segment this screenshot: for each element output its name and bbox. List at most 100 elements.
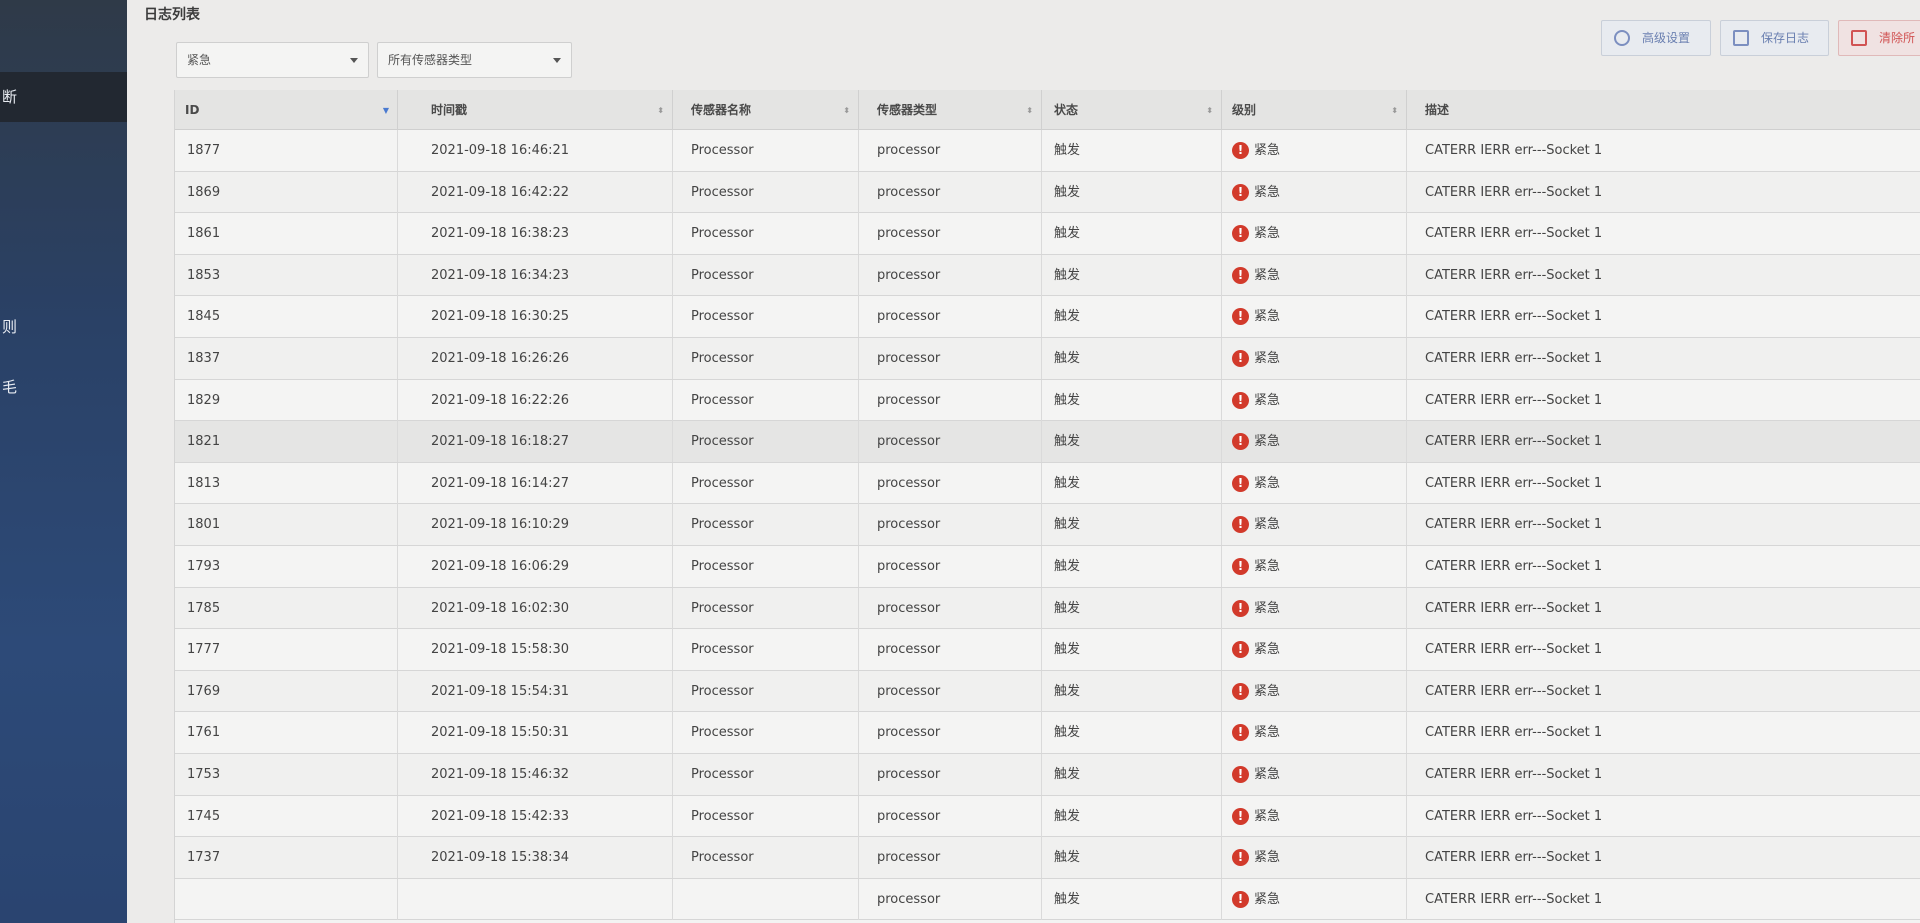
cell-id: 1793 — [175, 545, 398, 587]
table-row[interactable]: 1761 2021-09-18 15:50:31 Processor processo… — [175, 712, 1920, 754]
cell-description: CATERR IERR err---Socket 1 — [1425, 558, 1603, 574]
table-row[interactable]: 1869 2021-09-18 16:42:22 Processor processo… — [175, 171, 1920, 214]
cell-level: ! 紧急 — [1222, 337, 1407, 379]
cell-level: ! 紧急 — [1222, 837, 1407, 879]
save-log-label: 保存日志 — [1761, 31, 1810, 45]
alert-icon: ! — [1232, 890, 1249, 908]
sort-desc-icon[interactable]: ▼ — [383, 107, 389, 115]
level-badge: ! 紧急 — [1232, 130, 1280, 171]
cell-id: 1761 — [175, 712, 398, 754]
column-header-status[interactable]: 状态 ⬍ — [1042, 90, 1222, 130]
cell-description: CATERR IERR err---Socket 1 — [1425, 766, 1603, 782]
sort-icon[interactable]: ⬍ — [1026, 107, 1033, 115]
sidebar-item-rules[interactable]: 则 — [0, 316, 127, 337]
cell-timestamp: 2021-09-18 15:38:34 — [398, 837, 673, 879]
cell-id: 1845 — [175, 296, 398, 338]
level-badge: ! 紧急 — [1232, 546, 1280, 587]
table-row[interactable]: 1829 2021-09-18 16:22:26 Processor processo… — [175, 379, 1920, 422]
table-row[interactable]: 1877 2021-09-18 16:46:21 Processor processo… — [175, 130, 1920, 172]
cell-level: ! 紧急 — [1222, 878, 1407, 920]
sidebar-item-diagnosis[interactable]: 断 — [0, 72, 127, 122]
level-label: 紧急 — [1254, 766, 1281, 782]
cell-timestamp: 2021-09-18 15:50:31 — [398, 712, 673, 754]
cell-sensor-name: Processor — [673, 130, 859, 171]
cell-description: CATERR IERR err---Socket 1 — [1425, 226, 1603, 242]
level-badge: ! 紧急 — [1232, 172, 1280, 213]
table-row[interactable]: 1777 2021-09-18 15:58:30 Processor processo… — [175, 629, 1920, 671]
cell-id: 1801 — [175, 504, 398, 546]
cell-sensor-name — [673, 878, 859, 920]
cell-timestamp: 2021-09-18 15:46:32 — [398, 753, 673, 795]
sort-icon[interactable]: ⬍ — [657, 107, 664, 115]
save-icon — [1733, 30, 1749, 46]
cell-status: 触发 — [1042, 629, 1222, 671]
table-row[interactable]: 1745 2021-09-18 15:42:33 Processor processo… — [175, 795, 1920, 838]
column-header-level[interactable]: 级别 ⬍ — [1222, 90, 1407, 130]
cell-level: ! 紧急 — [1222, 712, 1407, 754]
log-table: ID ▼ 时间戳 ⬍ 传感器名称 ⬍ 传感器类型 ⬍ 状态 ⬍ 级别 ⬍ 描述 … — [174, 90, 1920, 923]
level-select[interactable]: 紧急 — [176, 42, 369, 78]
cell-sensor-name: Processor — [673, 712, 859, 754]
sensor-type-select[interactable]: 所有传感器类型 — [377, 42, 572, 78]
table-row[interactable]: 1861 2021-09-18 16:38:23 Processor processo… — [175, 213, 1920, 255]
cell-description: CATERR IERR err---Socket 1 — [1425, 600, 1603, 616]
table-row[interactable]: 1785 2021-09-18 16:02:30 Processor processo… — [175, 587, 1920, 630]
cell-description: CATERR IERR err---Socket 1 — [1425, 392, 1603, 408]
cell-sensor-type: processor — [859, 795, 1042, 837]
alert-icon: ! — [1232, 266, 1249, 284]
alert-icon: ! — [1232, 682, 1249, 700]
gear-icon — [1614, 30, 1630, 46]
cell-id: 1869 — [175, 171, 398, 213]
cell-timestamp: 2021-09-18 16:38:23 — [398, 213, 673, 255]
cell-level: ! 紧急 — [1222, 130, 1407, 171]
table-row[interactable]: 1813 2021-09-18 16:14:27 Processor processo… — [175, 462, 1920, 505]
cell-status: 触发 — [1042, 587, 1222, 629]
table-row[interactable]: 1853 2021-09-18 16:34:23 Processor processo… — [175, 254, 1920, 297]
table-row[interactable]: 1845 2021-09-18 16:30:25 Processor processo… — [175, 296, 1920, 338]
cell-timestamp: 2021-09-18 16:02:30 — [398, 587, 673, 629]
cell-sensor-type: processor — [859, 462, 1042, 504]
cell-description: CATERR IERR err---Socket 1 — [1425, 184, 1603, 200]
column-header-timestamp[interactable]: 时间戳 ⬍ — [398, 90, 673, 130]
table-row[interactable]: 1793 2021-09-18 16:06:29 Processor processo… — [175, 545, 1920, 588]
table-row[interactable]: 1737 2021-09-18 15:38:34 Processor processo… — [175, 837, 1920, 879]
cell-sensor-type: processor — [859, 171, 1042, 213]
advanced-settings-label: 高级设置 — [1642, 31, 1691, 45]
column-header-sensor-type[interactable]: 传感器类型 ⬍ — [859, 90, 1042, 130]
level-badge: ! 紧急 — [1232, 504, 1280, 545]
save-log-button[interactable]: 保存日志 — [1720, 20, 1829, 56]
table-row[interactable]: 1821 2021-09-18 16:18:27 Processor processo… — [175, 421, 1920, 463]
alert-icon: ! — [1232, 433, 1249, 451]
table-row[interactable]: 1753 2021-09-18 15:46:32 Processor processo… — [175, 753, 1920, 796]
table-row[interactable]: 1837 2021-09-18 16:26:26 Processor processo… — [175, 337, 1920, 380]
cell-status: 触发 — [1042, 296, 1222, 338]
level-badge: ! 紧急 — [1232, 255, 1280, 296]
sort-icon[interactable]: ⬍ — [843, 107, 850, 115]
advanced-settings-button[interactable]: 高级设置 — [1601, 20, 1711, 56]
table-row[interactable]: 1801 2021-09-18 16:10:29 Processor processo… — [175, 504, 1920, 546]
sidebar-item-label: 则 — [2, 318, 18, 336]
column-header-sensor-name[interactable]: 传感器名称 ⬍ — [673, 90, 859, 130]
level-label: 紧急 — [1254, 226, 1281, 242]
column-header-id[interactable]: ID ▼ — [175, 90, 398, 130]
alert-icon: ! — [1232, 849, 1249, 867]
table-body: 1877 2021-09-18 16:46:21 Processor processo… — [175, 130, 1920, 921]
table-row[interactable]: 1769 2021-09-18 15:54:31 Processor processo… — [175, 670, 1920, 713]
alert-icon: ! — [1232, 724, 1249, 742]
level-badge: ! 紧急 — [1232, 837, 1280, 878]
clear-log-button[interactable]: 清除所 — [1838, 20, 1920, 56]
cell-sensor-type: processor — [859, 670, 1042, 712]
sort-icon[interactable]: ⬍ — [1391, 107, 1398, 115]
sidebar-item-power[interactable]: 毛 — [0, 376, 127, 397]
cell-status: 触发 — [1042, 462, 1222, 504]
cell-id: 1861 — [175, 213, 398, 255]
cell-sensor-type: processor — [859, 504, 1042, 546]
table-row[interactable]: processor 触发! 紧急 CATERR IERR err---Socket 1 — [175, 878, 1920, 921]
cell-sensor-name: Processor — [673, 587, 859, 629]
cell-level: ! 紧急 — [1222, 171, 1407, 213]
level-label: 紧急 — [1254, 184, 1281, 200]
sort-icon[interactable]: ⬍ — [1206, 107, 1213, 115]
cell-description: CATERR IERR err---Socket 1 — [1425, 891, 1603, 907]
cell-timestamp: 2021-09-18 16:30:25 — [398, 296, 673, 338]
column-header-description[interactable]: 描述 — [1407, 90, 1920, 130]
